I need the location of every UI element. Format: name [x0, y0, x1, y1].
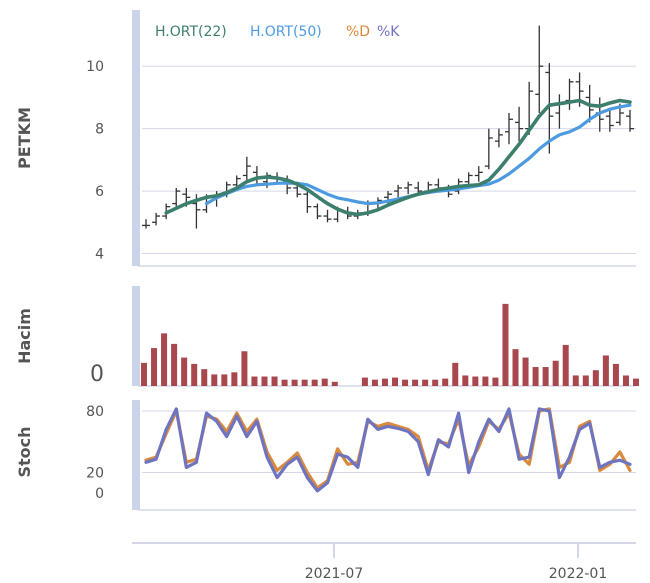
volume-bar — [151, 348, 158, 386]
price-panel-label: PETKM — [15, 107, 34, 169]
ohlc-bar — [484, 128, 493, 170]
volume-bar — [392, 377, 399, 386]
volume-bar — [311, 379, 318, 386]
legend: H.ORT(22) H.ORT(50) %D %K — [155, 24, 400, 40]
volume-bar — [171, 343, 178, 386]
ohlc-bar — [323, 209, 332, 223]
volume-bar — [161, 333, 168, 386]
ohlc-bar — [142, 219, 150, 229]
volume-bar — [552, 360, 559, 386]
volume-bar — [492, 377, 499, 386]
volume-bar — [402, 379, 409, 386]
volume-bar — [512, 349, 519, 386]
volume-bar — [582, 375, 589, 386]
panel-side-bar-2 — [132, 286, 140, 386]
volume-bar — [271, 376, 278, 386]
volume-bar — [221, 374, 228, 386]
volume-bar — [432, 379, 439, 386]
volume-bar — [452, 362, 459, 386]
x-tick-label: 2021‑07 — [305, 566, 364, 582]
panel-side-bar-3 — [132, 400, 140, 510]
series-lines — [144, 98, 632, 493]
ohlc-bar — [515, 106, 524, 142]
stoch-tick-label: 80 — [86, 404, 104, 420]
stoch-d-line — [144, 407, 632, 490]
volume-bar — [371, 379, 378, 386]
stoch-panel-label: Stoch — [15, 426, 34, 477]
volume-bar — [562, 344, 569, 386]
ohlc-bar — [474, 166, 483, 182]
volume-bar — [462, 375, 469, 386]
ohlc-bar — [252, 166, 261, 185]
volume-bar — [412, 379, 419, 386]
volume-bar — [331, 381, 338, 386]
volume-bar — [261, 376, 268, 386]
ohlc-bar — [494, 128, 503, 148]
x-tick-label: 2022‑01 — [549, 566, 608, 582]
volume-bar — [361, 377, 368, 386]
panel-side-bar-1 — [132, 10, 140, 266]
volume-bars — [141, 303, 639, 386]
ohlc-bar — [565, 78, 574, 110]
volume-bar — [281, 379, 288, 386]
legend-k: %K — [377, 24, 400, 40]
ohlc-bar — [242, 156, 251, 182]
stoch-tick-label: 0 — [95, 486, 104, 502]
volume-bar — [532, 367, 539, 386]
volume-bar — [612, 363, 619, 386]
volume-bar — [572, 375, 579, 386]
price-tick-label: 8 — [95, 122, 104, 138]
volume-bar — [251, 376, 258, 386]
ohlc-bar — [535, 25, 544, 114]
volume-bar — [542, 367, 549, 386]
volume-bar — [381, 378, 388, 386]
price-tick-label: 6 — [95, 184, 104, 200]
volume-tick-label: 0 — [90, 362, 104, 387]
panel-side-bars — [132, 10, 140, 510]
volume-bar — [442, 378, 449, 386]
volume-bar — [201, 369, 208, 386]
volume-bar — [191, 363, 198, 386]
ohlc-bar — [404, 181, 413, 195]
volume-bar — [592, 370, 599, 386]
stoch-tick-label: 20 — [86, 466, 104, 482]
volume-bar — [622, 375, 629, 386]
volume-bar — [522, 357, 529, 386]
price-tick-label: 10 — [86, 59, 104, 75]
volume-bar — [141, 362, 147, 386]
volume-bar — [602, 355, 609, 386]
volume-bar — [181, 357, 188, 386]
volume-bar — [502, 303, 509, 386]
volume-bar — [301, 379, 308, 386]
volume-bar — [241, 351, 248, 386]
volume-panel-label: Hacim — [15, 308, 34, 364]
x-axis — [132, 542, 636, 558]
legend-d: %D — [346, 24, 370, 40]
volume-bar — [211, 374, 218, 386]
volume-bar — [231, 372, 238, 386]
volume-bar — [472, 376, 479, 386]
ohlc-bar — [152, 212, 161, 226]
ohlc-bar — [555, 94, 564, 129]
tick-labels: 4 6 8 10 0 0 20 80 2021‑07 2022‑01 — [86, 59, 607, 582]
volume-bar — [482, 376, 489, 386]
volume-bar — [321, 378, 328, 386]
price-tick-label: 4 — [95, 247, 104, 263]
ohlc-bar — [313, 203, 322, 220]
volume-bar — [633, 378, 639, 386]
legend-ma22: H.ORT(22) — [155, 24, 227, 40]
volume-bar — [422, 379, 429, 386]
stock-chart: 4 6 8 10 0 0 20 80 2021‑07 2022‑01 PETKM Hacim St… — [15, 10, 639, 582]
legend-ma50: H.ORT(50) — [250, 24, 322, 40]
ohlc-bar — [303, 191, 312, 213]
volume-bar — [291, 379, 298, 386]
